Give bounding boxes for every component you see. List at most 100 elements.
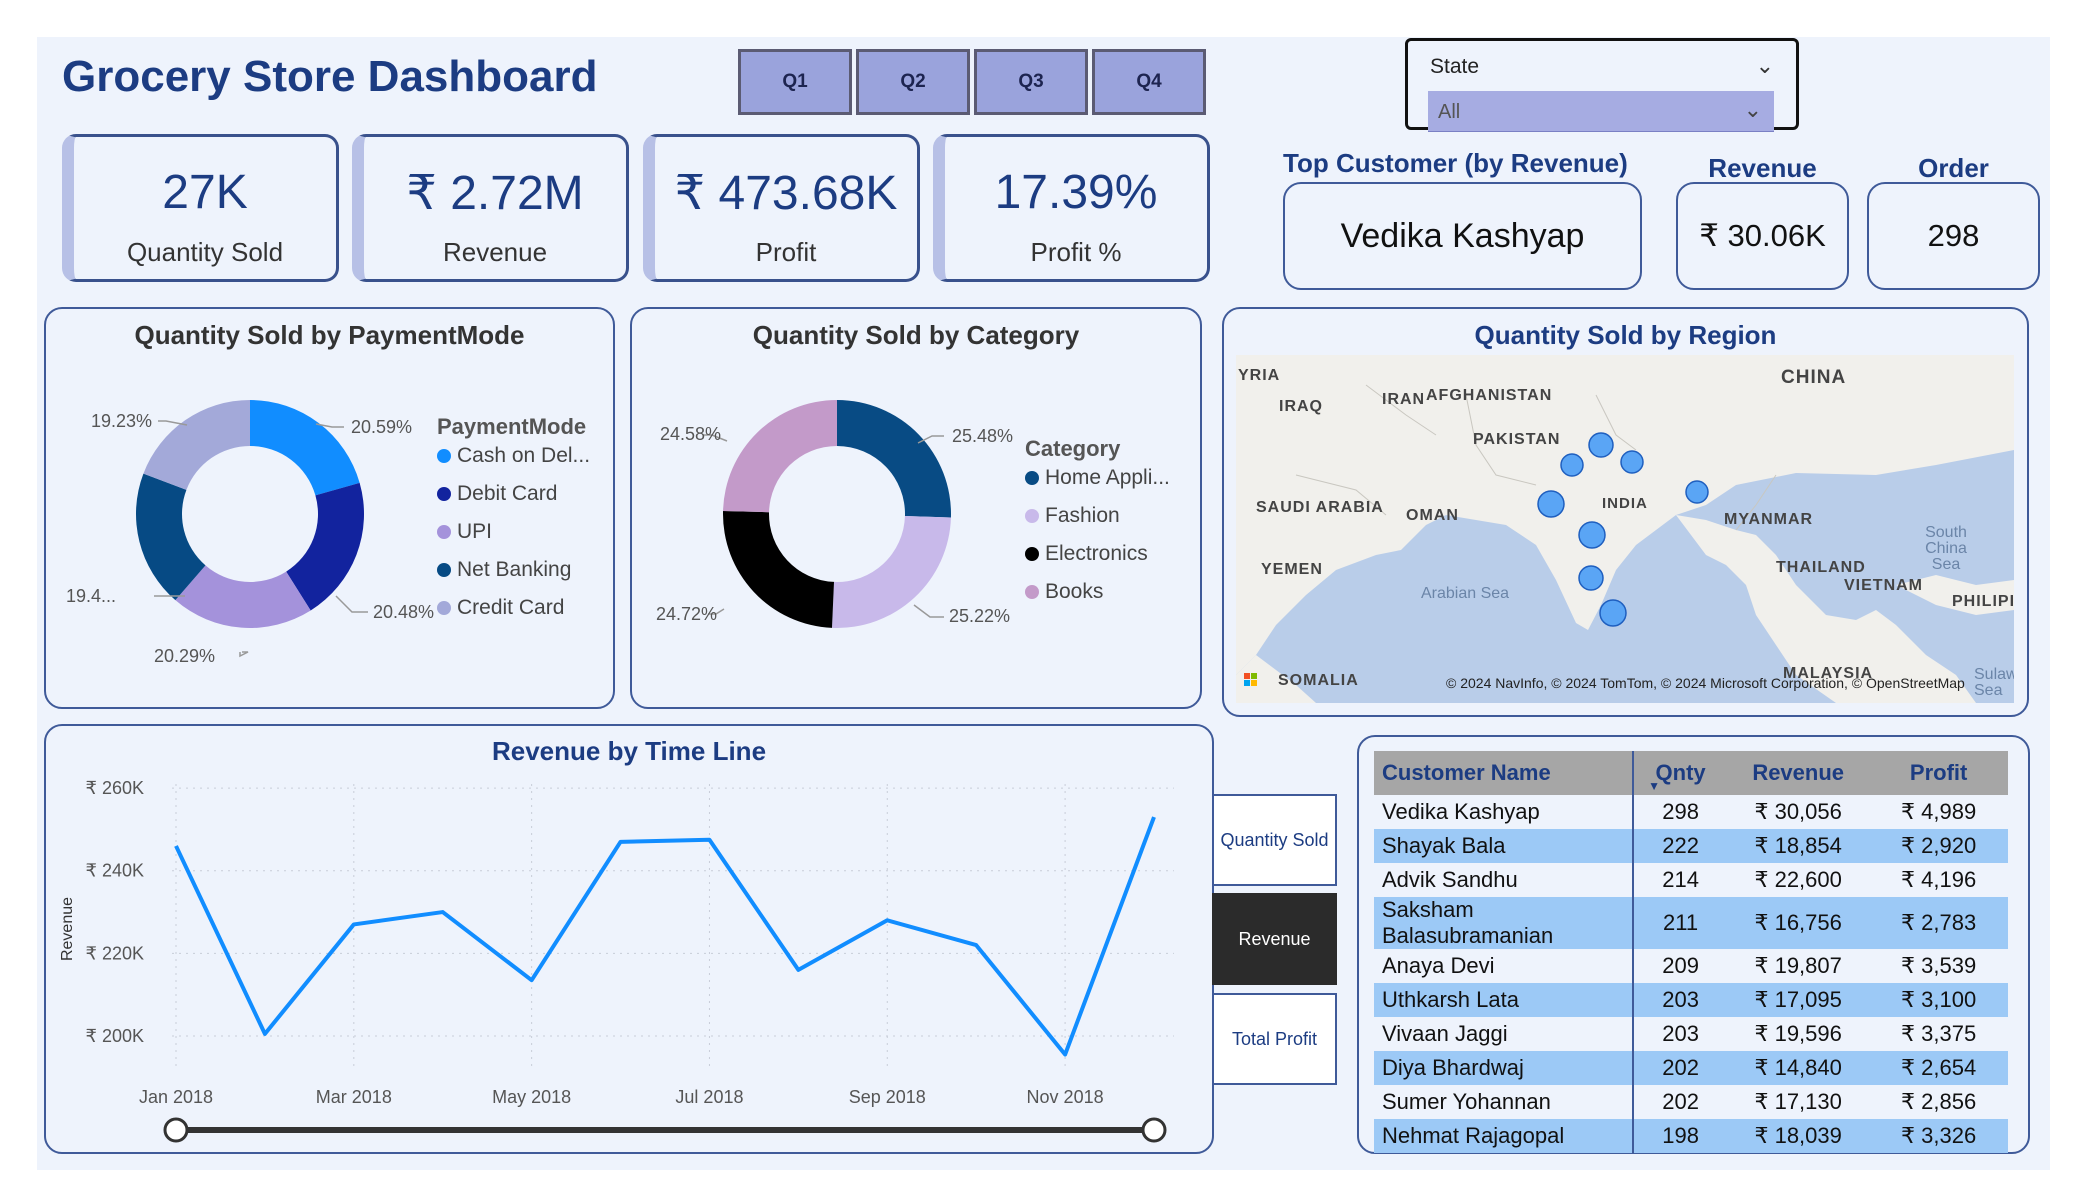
cell-revenue: ₹ 19,807	[1754, 953, 1842, 978]
table-row[interactable]: Diya Bhardwaj 202 ₹ 14,840 ₹ 2,654	[1374, 1051, 2008, 1085]
legend-item[interactable]: UPI	[437, 520, 590, 544]
kpi-value: 17.39%	[994, 166, 1158, 219]
payment-slice[interactable]	[250, 400, 360, 496]
category-slice[interactable]	[723, 510, 835, 628]
legend-dot	[1025, 585, 1039, 599]
legend-dot	[437, 525, 451, 539]
category-legend: Category Home Appli... Fashion Electroni…	[1025, 436, 1170, 604]
metric-button-revenue[interactable]: Revenue	[1212, 893, 1337, 985]
table-row[interactable]: Sumer Yohannan 202 ₹ 17,130 ₹ 2,856	[1374, 1085, 2008, 1119]
legend-item[interactable]: Books	[1025, 580, 1170, 604]
legend-item[interactable]: Home Appli...	[1025, 466, 1170, 490]
column-header-profit[interactable]: Profit	[1869, 751, 2008, 795]
region-bubble[interactable]	[1620, 450, 1644, 474]
cell-customer-name: Anaya Devi	[1374, 949, 1635, 983]
legend-label: UPI	[457, 520, 493, 543]
category-slice[interactable]	[837, 400, 951, 518]
chevron-down-icon[interactable]: ⌄	[1756, 53, 1774, 79]
category-label-0: 25.48%	[952, 426, 1013, 446]
region-bubble[interactable]	[1685, 480, 1709, 504]
cell-revenue: ₹ 14,840	[1727, 1051, 1870, 1085]
category-label-2: 24.72%	[656, 604, 717, 624]
cell-customer-name: Vedika Kashyap	[1374, 795, 1635, 829]
region-bubble[interactable]	[1578, 565, 1604, 591]
cell-qnty: 222	[1633, 829, 1728, 863]
cell-profit: ₹ 2,856	[1901, 1089, 1977, 1114]
metric-button-total-profit[interactable]: Total Profit	[1212, 993, 1337, 1085]
cell-qnty: 298	[1662, 799, 1699, 824]
kpi-quantity-sold: 27K Quantity Sold	[62, 134, 339, 282]
table-row[interactable]: Advik Sandhu 214 ₹ 22,600 ₹ 4,196	[1374, 863, 2008, 897]
column-header-qnty[interactable]: Qnty ▼	[1633, 751, 1728, 795]
table-row[interactable]: Nehmat Rajagopal 198 ₹ 18,039 ₹ 3,326	[1374, 1119, 2008, 1153]
y-axis-label: Revenue	[59, 897, 76, 961]
cell-customer-name: Uthkarsh Lata	[1374, 983, 1635, 1017]
region-map-title: Quantity Sold by Region	[1474, 320, 1777, 350]
table-row[interactable]: Saksham Balasubramanian 211 ₹ 16,756 ₹ 2,78…	[1374, 897, 2008, 949]
category-legend-title: Category	[1025, 436, 1121, 461]
legend-item[interactable]: Debit Card	[437, 482, 590, 506]
payment-label-2: 20.29%	[154, 646, 215, 666]
region-bubble[interactable]	[1537, 490, 1565, 518]
state-dropdown[interactable]: All ⌄	[1428, 91, 1774, 132]
legend-label: Credit Card	[457, 596, 565, 619]
legend-item[interactable]: Net Banking	[437, 558, 590, 582]
metric-button-quantity-sold[interactable]: Quantity Sold	[1212, 794, 1337, 886]
kpi-revenue: ₹ 2.72M Revenue	[352, 134, 629, 282]
table-row[interactable]: Anaya Devi 209 ₹ 19,807 ₹ 3,539	[1374, 949, 2008, 983]
chevron-down-icon[interactable]: ⌄	[1744, 97, 1762, 123]
region-bubble[interactable]	[1560, 453, 1584, 477]
state-slicer[interactable]: State ⌄ All ⌄	[1405, 38, 1799, 132]
kpi-value: ₹ 2.72M	[406, 167, 584, 220]
quarter-button-q3[interactable]: Q3	[974, 49, 1088, 115]
revenue-line-chart: ₹ 200K ₹ 220K ₹ 240K ₹ 260K Jan 2018 Mar 201…	[59, 778, 1174, 1143]
payment-label-4: 19.23%	[91, 411, 152, 431]
cell-profit: ₹ 2,654	[1869, 1051, 2008, 1085]
x-tick-label: Jan 2018	[139, 1087, 213, 1107]
quarter-button-q2[interactable]: Q2	[856, 49, 970, 115]
region-map[interactable]: YRIA CHINA IRAN AFGHANISTAN IRAQ PAKISTA…	[1236, 355, 2014, 703]
legend-label: Home Appli...	[1045, 466, 1170, 489]
top-customer-order: 298	[1867, 182, 2040, 290]
region-bubble[interactable]	[1578, 521, 1606, 549]
sort-descending-icon[interactable]: ▼	[1648, 779, 1660, 793]
legend-item[interactable]: Credit Card	[437, 596, 590, 620]
x-tick-label: Jul 2018	[675, 1087, 743, 1107]
legend-item[interactable]: Cash on Del...	[437, 444, 590, 468]
cell-qnty: 202	[1662, 1089, 1699, 1114]
category-slice[interactable]	[831, 516, 951, 628]
column-header-revenue[interactable]: Revenue	[1727, 751, 1870, 795]
kpi-value: 27K	[162, 166, 248, 219]
cell-revenue: ₹ 17,095	[1727, 983, 1870, 1017]
table-row[interactable]: Uthkarsh Lata 203 ₹ 17,095 ₹ 3,100	[1374, 983, 2008, 1017]
revenue-line[interactable]	[174, 816, 1156, 1057]
column-header-label: Qnty	[1655, 760, 1706, 785]
legend-item[interactable]: Fashion	[1025, 504, 1170, 528]
quarter-button-q4[interactable]: Q4	[1092, 49, 1206, 115]
cell-revenue: ₹ 16,756	[1727, 897, 1870, 949]
kpi-profit: ₹ 473.68K Profit	[643, 134, 920, 282]
category-slice[interactable]	[723, 400, 837, 513]
quarter-button-q1[interactable]: Q1	[738, 49, 852, 115]
page-title: Grocery Store Dashboard	[62, 52, 598, 101]
legend-dot	[1025, 471, 1039, 485]
date-range-end-handle[interactable]	[1141, 1117, 1167, 1143]
legend-dot	[1025, 509, 1039, 523]
column-header-customer-name[interactable]: Customer Name	[1374, 751, 1635, 795]
payment-slice[interactable]	[143, 400, 250, 490]
payment-label-1: 20.48%	[373, 602, 434, 622]
cell-profit: ₹ 3,326	[1869, 1119, 2008, 1153]
table-row[interactable]: Shayak Bala 222 ₹ 18,854 ₹ 2,920	[1374, 829, 2008, 863]
table-row[interactable]: Vedika Kashyap 298 ₹ 30,056 ₹ 4,989	[1374, 795, 2008, 829]
region-bubble[interactable]	[1588, 432, 1614, 458]
legend-label: Cash on Del...	[457, 444, 591, 467]
region-bubble[interactable]	[1599, 599, 1627, 627]
date-range-start-handle[interactable]	[163, 1117, 189, 1143]
map-attribution[interactable]: © 2024 NavInfo, © 2024 TomTom, © 2024 Mi…	[1446, 675, 1965, 691]
table-row[interactable]: Vivaan Jaggi 203 ₹ 19,596 ₹ 3,375	[1374, 1017, 2008, 1051]
map-bubbles	[1537, 432, 1709, 627]
cell-profit: ₹ 3,375	[1901, 1021, 1977, 1046]
legend-item[interactable]: Electronics	[1025, 542, 1170, 566]
cell-revenue: ₹ 22,600	[1754, 867, 1842, 892]
top-customer-heading: Top Customer (by Revenue)	[1283, 148, 1628, 178]
